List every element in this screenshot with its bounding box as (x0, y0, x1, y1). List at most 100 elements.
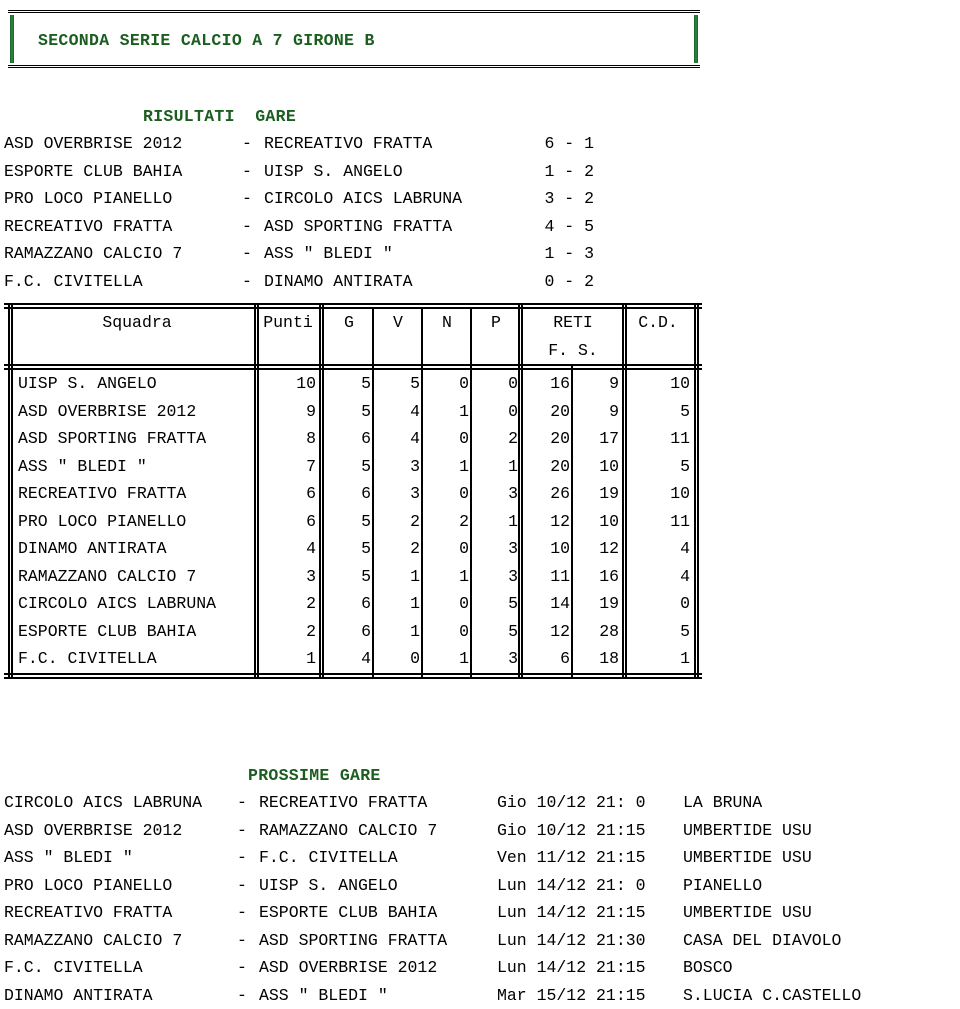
upcoming-row: RECREATIVO FRATTA-ESPORTE CLUB BAHIALun … (4, 899, 861, 927)
rule-v (372, 337, 374, 365)
upcoming-datetime: Lun 14/12 21:15 (497, 954, 683, 982)
upcoming-home-team: DINAMO ANTIRATA (4, 982, 237, 1009)
rule-n (421, 590, 423, 618)
results-list: ASD OVERBRISE 2012-RECREATIVO FRATTA6 - … (4, 130, 594, 295)
standings-cell-v: 0 (376, 645, 420, 673)
rule-cd (622, 337, 627, 365)
rule-reti (518, 453, 523, 481)
rule-g (319, 366, 324, 368)
upcoming-row: RAMAZZANO CALCIO 7-ASD SPORTING FRATTALu… (4, 927, 861, 955)
upcoming-home-team: ASD OVERBRISE 2012 (4, 817, 237, 845)
rule-reti (518, 480, 523, 508)
rule-cd (622, 618, 627, 646)
upcoming-datetime: Gio 10/12 21: 0 (497, 789, 683, 817)
standings-cell-punti: 8 (260, 425, 316, 453)
standings-cell-goals-against: 19 (575, 590, 619, 618)
result-score: 4 - 5 (514, 213, 594, 241)
rule-v (372, 508, 374, 536)
upcoming-datetime: Ven 11/12 21:15 (497, 844, 683, 872)
standings-cell-goals-against: 18 (575, 645, 619, 673)
result-away-team: CIRCOLO AICS LABRUNA (264, 185, 514, 213)
standings-cell-n: 0 (425, 480, 469, 508)
standings-cell-punti: 6 (260, 480, 316, 508)
standings-row: UISP S. ANGELO10550016910 (4, 370, 702, 398)
rule-n (421, 508, 423, 536)
standings-cell-n: 1 (425, 398, 469, 426)
rule-right (694, 508, 699, 536)
rule-g (319, 535, 324, 563)
rule-s (571, 480, 573, 508)
standings-cell-goals-for: 26 (526, 480, 570, 508)
standings-cell-team: PRO LOCO PIANELLO (18, 508, 256, 536)
results-section-heading: RISULTATI GARE (143, 103, 296, 131)
standings-cell-g: 5 (327, 508, 371, 536)
col-header-reti: RETI (524, 309, 622, 337)
upcoming-home-team: CIRCOLO AICS LABRUNA (4, 789, 237, 817)
rule-n (421, 337, 423, 365)
standings-cell-goals-for: 14 (526, 590, 570, 618)
rule-g (319, 337, 324, 365)
standings-cell-goals-against: 9 (575, 370, 619, 398)
rule-p (470, 337, 472, 365)
rule-reti (518, 305, 523, 307)
rule-s (571, 366, 573, 368)
standings-cell-cd: 11 (630, 508, 690, 536)
rule-left (8, 535, 13, 563)
rule-right (694, 305, 699, 307)
standings-cell-cd: 1 (630, 645, 690, 673)
rule-g (319, 590, 324, 618)
rule-s (571, 425, 573, 453)
rule-p (470, 366, 472, 368)
standings-cell-punti: 2 (260, 590, 316, 618)
standings-cell-punti: 2 (260, 618, 316, 646)
rule-p (470, 645, 472, 673)
standings-cell-goals-against: 28 (575, 618, 619, 646)
rule-cd (622, 535, 627, 563)
upcoming-away-team: ASD OVERBRISE 2012 (259, 954, 497, 982)
upcoming-row: ASS " BLEDI "-F.C. CIVITELLAVen 11/12 21… (4, 844, 861, 872)
upcoming-row: CIRCOLO AICS LABRUNA-RECREATIVO FRATTAGi… (4, 789, 861, 817)
standings-row: ESPORTE CLUB BAHIA2610512285 (4, 618, 702, 646)
rule-n (421, 370, 423, 398)
rule-v (372, 645, 374, 673)
result-away-team: UISP S. ANGELO (264, 158, 514, 186)
upcoming-section-heading: PROSSIME GARE (248, 762, 381, 790)
standings-cell-team: ASD OVERBRISE 2012 (18, 398, 256, 426)
rule-p (470, 370, 472, 398)
rule-s (571, 618, 573, 646)
standings-cell-team: UISP S. ANGELO (18, 370, 256, 398)
upcoming-venue: BOSCO (683, 954, 733, 982)
rule-reti (518, 645, 523, 673)
standings-cell-n: 2 (425, 508, 469, 536)
table-header-row-1: Squadra Punti G V N P RETI C.D. (4, 309, 702, 337)
standings-cell-p: 5 (474, 590, 518, 618)
standings-cell-goals-against: 17 (575, 425, 619, 453)
result-score: 3 - 2 (514, 185, 594, 213)
standings-cell-punti: 10 (260, 370, 316, 398)
standings-cell-g: 6 (327, 480, 371, 508)
rule-g (319, 425, 324, 453)
result-dash: - (242, 268, 264, 296)
standings-row: DINAMO ANTIRATA4520310124 (4, 535, 702, 563)
rule-right (694, 535, 699, 563)
rule-n (421, 398, 423, 426)
rule-n (421, 563, 423, 591)
rule-right (694, 590, 699, 618)
standings-cell-v: 2 (376, 508, 420, 536)
standings-cell-v: 5 (376, 370, 420, 398)
rule-s (571, 563, 573, 591)
standings-row: RAMAZZANO CALCIO 73511311164 (4, 563, 702, 591)
result-dash: - (242, 130, 264, 158)
standings-cell-v: 2 (376, 535, 420, 563)
col-header-n: N (425, 309, 469, 337)
col-header-v: V (376, 309, 420, 337)
rule-s (571, 590, 573, 618)
rule-left (8, 370, 13, 398)
upcoming-dash: - (237, 789, 259, 817)
standings-cell-goals-for: 16 (526, 370, 570, 398)
rule-v (372, 425, 374, 453)
rule-punti (254, 675, 259, 677)
rule-s (571, 453, 573, 481)
upcoming-away-team: ASD SPORTING FRATTA (259, 927, 497, 955)
upcoming-venue: LA BRUNA (683, 789, 762, 817)
